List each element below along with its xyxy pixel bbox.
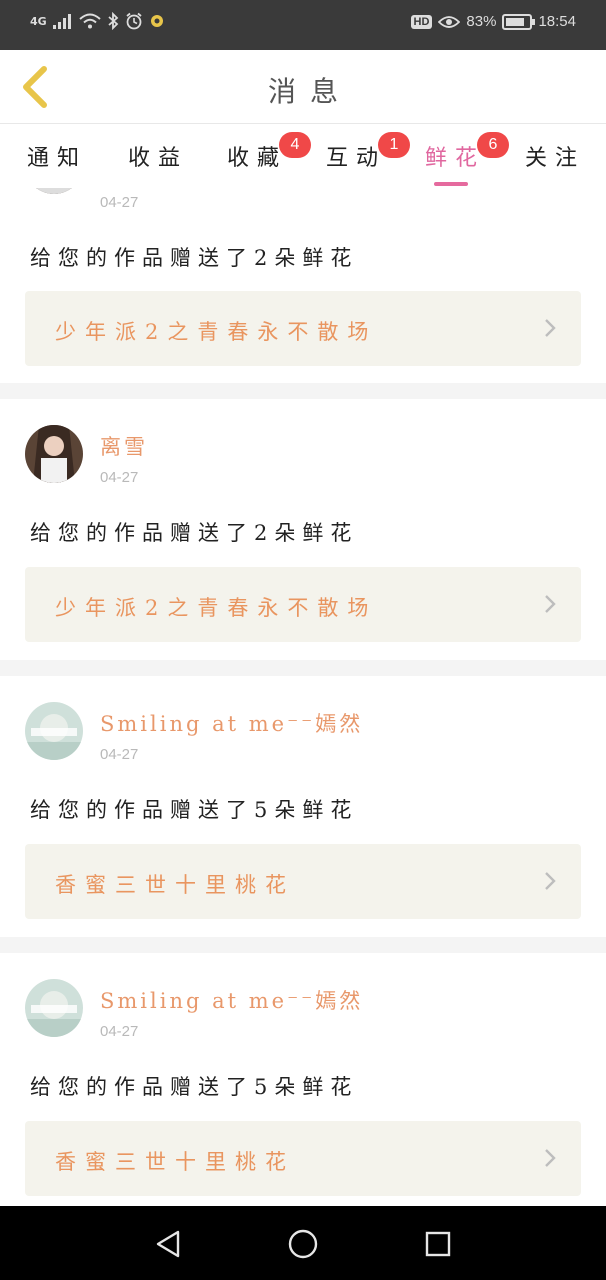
wifi-icon (79, 13, 101, 29)
work-link[interactable]: 香蜜三世十里桃花 (25, 1121, 581, 1196)
alarm-icon (126, 12, 142, 30)
page-title: 消息 (267, 75, 352, 108)
list-item: 04-27 给您的作品赠送了2朵鲜花 少年派2之青春永不散场 (0, 188, 606, 383)
divider (0, 383, 606, 399)
avatar[interactable] (25, 979, 83, 1037)
work-link[interactable]: 少年派2之青春永不散场 (25, 567, 581, 642)
tab-bar: 通知 收益 收藏 4 互动 1 鲜花 6 关注 (0, 124, 606, 188)
message-date: 04-27 (100, 746, 139, 763)
chevron-right-icon (545, 872, 556, 890)
tab-label: 互动 (326, 146, 387, 171)
square-recents-icon (425, 1231, 451, 1257)
network-type: 4G (30, 14, 47, 28)
message-text: 给您的作品赠送了2朵鲜花 (30, 521, 359, 545)
work-title: 少年派2之青春永不散场 (55, 596, 378, 620)
tab-label: 关注 (525, 146, 586, 171)
tab-label: 收益 (128, 146, 189, 171)
signal-icon (52, 14, 71, 29)
tab-label: 收藏 (227, 146, 288, 171)
triangle-back-icon (156, 1230, 180, 1258)
username[interactable]: Smiling at me⁻⁻嫣然 (100, 985, 363, 1015)
status-bar: 4G HD 83% 18:54 (0, 0, 606, 50)
tab-follows[interactable]: 关注 (525, 140, 585, 188)
status-left: 4G (30, 12, 165, 30)
tab-flowers[interactable]: 鲜花 6 (425, 132, 509, 188)
work-title: 香蜜三世十里桃花 (55, 873, 295, 897)
unread-badge: 1 (378, 132, 410, 158)
tab-label: 通知 (27, 146, 88, 171)
tab-label: 鲜花 (425, 146, 486, 171)
status-right: HD 83% 18:54 (410, 13, 576, 30)
username[interactable]: 离雪 (100, 431, 148, 461)
tab-notifications[interactable]: 通知 (27, 140, 87, 188)
nav-back-button[interactable] (148, 1224, 188, 1264)
divider (0, 937, 606, 953)
hd-badge: HD (410, 14, 433, 29)
list-item: Smiling at me⁻⁻嫣然 04-27 给您的作品赠送了5朵鲜花 香蜜三… (0, 676, 606, 937)
message-list[interactable]: 04-27 给您的作品赠送了2朵鲜花 少年派2之青春永不散场 离雪 04-27 … (0, 188, 606, 1206)
list-item: 离雪 04-27 给您的作品赠送了2朵鲜花 少年派2之青春永不散场 (0, 399, 606, 660)
app-notification-icon (150, 15, 163, 27)
unread-badge: 4 (279, 132, 311, 158)
message-date: 04-27 (100, 469, 139, 486)
message-text: 给您的作品赠送了5朵鲜花 (30, 1075, 359, 1099)
work-link[interactable]: 少年派2之青春永不散场 (25, 291, 581, 366)
chevron-right-icon (545, 1149, 556, 1167)
battery-icon (502, 13, 536, 30)
bluetooth-icon (108, 12, 119, 30)
message-date: 04-27 (100, 194, 139, 211)
divider (0, 660, 606, 676)
battery-percent: 83% (466, 13, 497, 30)
system-nav-bar (0, 1206, 606, 1280)
clock: 18:54 (538, 13, 576, 30)
chevron-right-icon (545, 319, 556, 337)
list-item: Smiling at me⁻⁻嫣然 04-27 给您的作品赠送了5朵鲜花 香蜜三… (0, 953, 606, 1206)
circle-home-icon (288, 1229, 318, 1259)
battery-level (506, 17, 525, 26)
eye-icon (438, 15, 461, 28)
avatar[interactable] (25, 188, 83, 194)
tab-favorites[interactable]: 收藏 4 (227, 132, 311, 188)
message-date: 04-27 (100, 1023, 139, 1040)
tab-earnings[interactable]: 收益 (128, 140, 188, 188)
tab-interactions[interactable]: 互动 1 (326, 132, 410, 188)
nav-home-button[interactable] (283, 1224, 323, 1264)
active-tab-indicator (434, 182, 468, 186)
message-text: 给您的作品赠送了5朵鲜花 (30, 798, 359, 822)
app-header: 消息 (0, 50, 606, 124)
message-text: 给您的作品赠送了2朵鲜花 (30, 246, 359, 270)
avatar[interactable] (25, 702, 83, 760)
nav-recents-button[interactable] (418, 1224, 458, 1264)
work-link[interactable]: 香蜜三世十里桃花 (25, 844, 581, 919)
work-title: 少年派2之青春永不散场 (55, 320, 378, 344)
chevron-right-icon (545, 595, 556, 613)
unread-badge: 6 (477, 132, 509, 158)
avatar[interactable] (25, 425, 83, 483)
username[interactable]: Smiling at me⁻⁻嫣然 (100, 708, 363, 738)
work-title: 香蜜三世十里桃花 (55, 1150, 295, 1174)
